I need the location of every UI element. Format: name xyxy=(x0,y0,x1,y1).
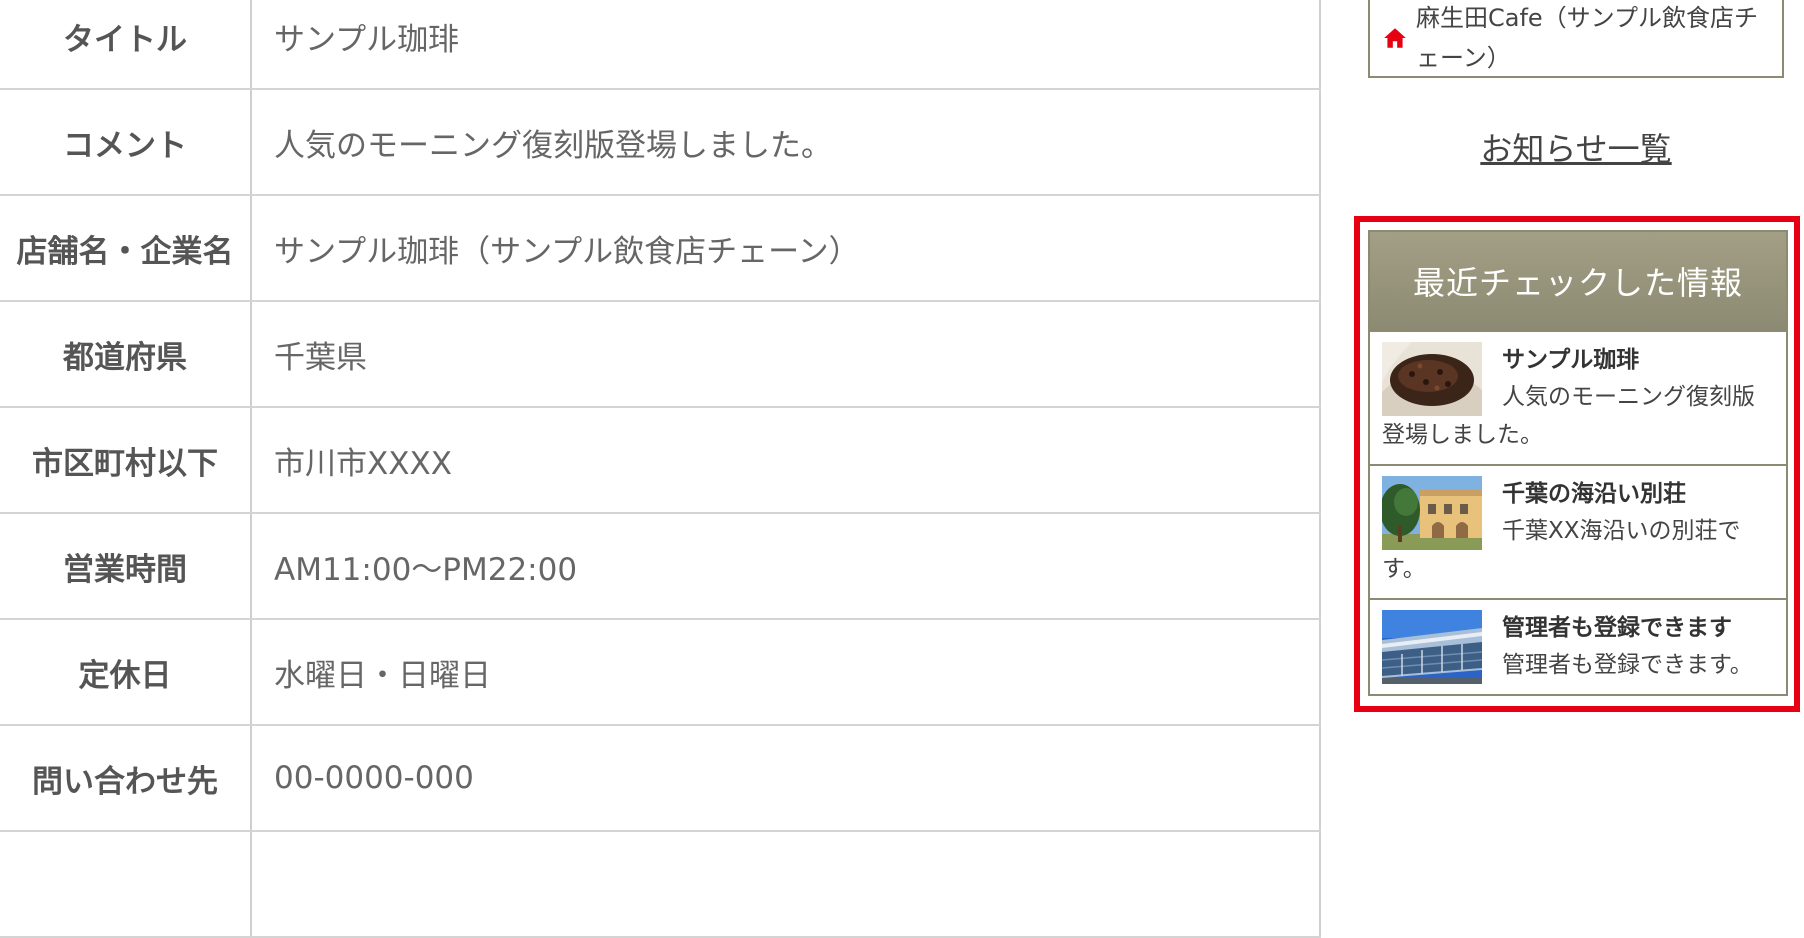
building-thumbnail xyxy=(1382,610,1482,684)
detail-row-hours: 営業時間 AM11:00〜PM22:00 xyxy=(0,514,1321,620)
recent-item[interactable]: 管理者も登録できます 管理者も登録できます。 xyxy=(1370,600,1786,734)
detail-row-prefecture: 都道府県 千葉県 xyxy=(0,302,1321,408)
detail-row-address: 市区町村以下 市川市XXXX xyxy=(0,408,1321,514)
row-value: AM11:00〜PM22:00 xyxy=(252,514,1321,618)
row-value: サンプル珈琲（サンプル飲食店チェーン） xyxy=(252,196,1321,300)
shop-link[interactable]: 麻生田Cafe（サンプル飲食店チェーン） xyxy=(1382,0,1774,78)
row-value: 00-0000-000 xyxy=(252,726,1321,830)
row-label: 店舗名・企業名 xyxy=(0,196,252,300)
detail-row-contact: 問い合わせ先 00-0000-000 xyxy=(0,726,1321,832)
row-label: タイトル xyxy=(0,0,252,88)
detail-row-holiday: 定休日 水曜日・日曜日 xyxy=(0,620,1321,726)
row-label: 定休日 xyxy=(0,620,252,724)
row-label: コメント xyxy=(0,90,252,194)
coffee-beans-thumbnail xyxy=(1382,342,1482,416)
row-value: サンプル珈琲 xyxy=(252,0,1321,88)
detail-row-shop-name: 店舗名・企業名 サンプル珈琲（サンプル飲食店チェーン） xyxy=(0,196,1321,302)
notice-list-link[interactable]: お知らせ一覧 xyxy=(1368,124,1784,170)
detail-row-partial xyxy=(0,832,1321,938)
shop-link-box: 麻生田Cafe（サンプル飲食店チェーン） xyxy=(1368,0,1784,78)
recent-item[interactable]: 千葉の海沿い別荘 千葉XX海沿いの別荘です。 xyxy=(1370,466,1786,600)
shop-link-label: 麻生田Cafe（サンプル飲食店チェーン） xyxy=(1416,4,1758,72)
row-value xyxy=(252,832,1321,936)
row-value: 人気のモーニング復刻版登場しました。 xyxy=(252,90,1321,194)
row-value: 千葉県 xyxy=(252,302,1321,406)
home-icon xyxy=(1384,28,1406,48)
row-label xyxy=(0,832,252,936)
recent-item[interactable]: サンプル珈琲 人気のモーニング復刻版登場しました。 xyxy=(1370,332,1786,466)
row-value: 水曜日・日曜日 xyxy=(252,620,1321,724)
row-label: 問い合わせ先 xyxy=(0,726,252,830)
row-label: 営業時間 xyxy=(0,514,252,618)
detail-row-comment: コメント 人気のモーニング復刻版登場しました。 xyxy=(0,90,1321,196)
recent-panel-heading: 最近チェックした情報 xyxy=(1370,232,1786,332)
detail-table: タイトル サンプル珈琲 コメント 人気のモーニング復刻版登場しました。 店舗名・… xyxy=(0,0,1321,938)
row-label: 市区町村以下 xyxy=(0,408,252,512)
row-value: 市川市XXXX xyxy=(252,408,1321,512)
row-label: 都道府県 xyxy=(0,302,252,406)
recent-panel: 最近チェックした情報 サンプル珈琲 人気のモーニング復刻版登場しました。 千葉の… xyxy=(1368,230,1788,696)
detail-row-title: タイトル サンプル珈琲 xyxy=(0,0,1321,90)
villa-thumbnail xyxy=(1382,476,1482,550)
